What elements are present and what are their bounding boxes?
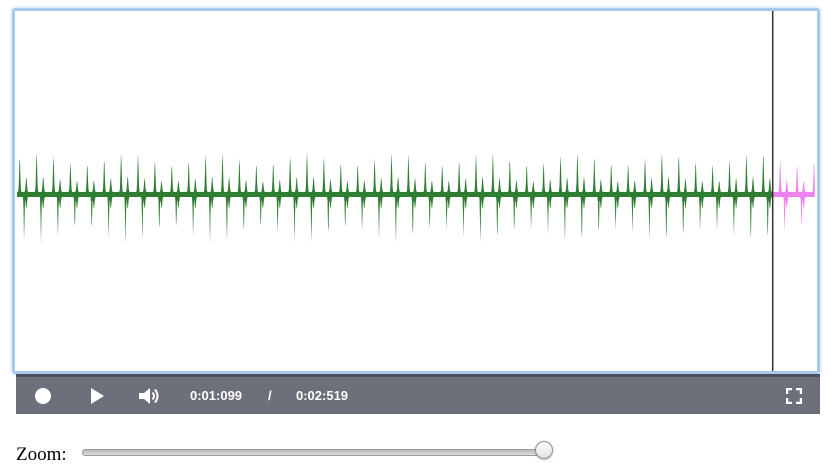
media-controls-bar: 0:01:099 / 0:02:519 [16, 374, 820, 414]
volume-icon [139, 387, 159, 404]
zoom-label: Zoom: [16, 444, 67, 465]
volume-button[interactable] [134, 377, 164, 414]
waveform-unplayed [772, 158, 815, 233]
play-icon [91, 387, 104, 404]
current-time: 0:01:099 [190, 388, 243, 403]
total-time: 0:02:519 [296, 388, 349, 403]
zoom-slider-track[interactable] [82, 449, 546, 456]
time-separator: / [268, 388, 272, 403]
fullscreen-button[interactable] [782, 377, 806, 414]
play-button[interactable] [84, 377, 110, 414]
zoom-control: Zoom: [16, 438, 576, 466]
record-icon [35, 387, 51, 404]
waveform-played [17, 152, 773, 245]
waveform-unplayed-path [772, 158, 815, 233]
waveform-played-path [17, 152, 773, 245]
waveform-canvas[interactable] [15, 11, 817, 371]
zoom-slider-thumb[interactable] [535, 441, 553, 459]
fullscreen-icon [786, 387, 802, 404]
record-button[interactable] [30, 377, 56, 414]
waveform-view[interactable] [12, 8, 820, 374]
